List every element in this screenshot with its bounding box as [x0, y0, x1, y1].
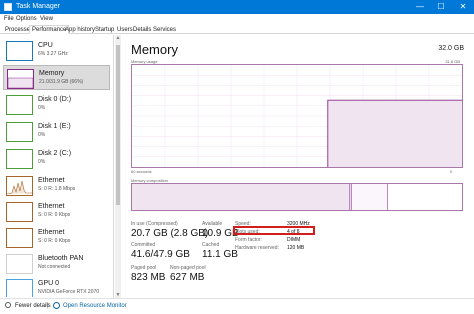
in-use-value: 20.7 GB (2.8 GB)	[131, 228, 209, 239]
disk-thumbnail	[6, 122, 33, 142]
ethernet-thumbnail	[6, 202, 33, 222]
maximize-button[interactable]: ☐	[434, 1, 448, 13]
sidebar-item-detail: 0%	[38, 105, 46, 111]
sidebar-item-detail: NVIDIA GeForce RTX 2070	[38, 289, 100, 295]
sidebar-item-detail: 21.0/31.9 GB (66%)	[39, 79, 84, 85]
sidebar-item-detail: 6% 3.27 GHz	[38, 51, 68, 57]
total-memory: 32.0 GB	[438, 45, 464, 52]
sidebar-item-detail: S: 0 R: 0 Kbps	[38, 212, 71, 218]
committed-label: Committed	[131, 242, 156, 248]
sidebar-item-cpu[interactable]: CPU 6% 3.27 GHz	[3, 38, 110, 63]
sidebar-item-disk-1[interactable]: Disk 1 (E:) 0%	[3, 119, 110, 144]
ethernet-thumbnail	[6, 176, 33, 196]
window-title: Task Manager	[16, 3, 60, 10]
sidebar-item-ethernet-3[interactable]: Ethernet S: 0 R: 0 Kbps	[3, 225, 110, 250]
sidebar-item-gpu-0[interactable]: GPU 0 NVIDIA GeForce RTX 2070	[3, 276, 110, 297]
memory-usage-area	[327, 100, 462, 167]
sidebar-item-detail: Not connected	[38, 264, 71, 270]
task-manager-icon	[4, 3, 12, 11]
tab-services[interactable]: Services	[150, 25, 179, 34]
sidebar-item-label: Disk 2 (C:)	[38, 150, 72, 157]
committed-value: 41.6/47.9 GB	[131, 249, 190, 260]
minimize-button[interactable]: —	[413, 1, 427, 13]
sidebar-item-disk-0[interactable]: Disk 0 (D:) 0%	[3, 92, 110, 117]
sidebar-item-detail: S: 0 R: 1.8 Mbps	[38, 186, 76, 192]
cached-value: 11.1 GB	[202, 249, 238, 260]
menu-options[interactable]: Options	[16, 16, 37, 22]
paged-pool-value: 823 MB	[131, 272, 166, 283]
bluetooth-thumbnail	[6, 254, 33, 274]
sidebar-item-label: Ethernet	[38, 177, 65, 184]
resource-monitor-icon[interactable]	[53, 302, 60, 309]
sidebar-item-label: Memory	[39, 70, 65, 77]
sidebar-item-label: Ethernet	[38, 229, 65, 236]
resource-list: CPU 6% 3.27 GHz Memory 21.0/31.9 GB (66%…	[0, 35, 114, 298]
disk-thumbnail	[6, 149, 33, 169]
form-factor-label: Form factor:	[235, 237, 262, 243]
cpu-thumbnail	[6, 41, 33, 61]
menu-file[interactable]: File	[4, 16, 14, 22]
sidebar-item-label: Disk 1 (E:)	[38, 123, 71, 130]
page-title: Memory	[131, 42, 178, 57]
gpu-thumbnail	[6, 279, 33, 297]
slots-highlight-box	[233, 226, 315, 235]
sidebar-item-memory[interactable]: Memory 21.0/31.9 GB (66%)	[3, 65, 110, 90]
tab-bar: Processes Performance App history Startu…	[0, 24, 474, 34]
memory-usage-graph	[131, 64, 463, 168]
scroll-up-arrow-icon[interactable]: ▲	[115, 35, 121, 41]
memory-thumbnail	[7, 69, 34, 89]
composition-in-use	[132, 184, 350, 210]
composition-standby	[352, 184, 388, 210]
sidebar-item-bluetooth-pan[interactable]: Bluetooth PAN Not connected	[3, 251, 110, 276]
sidebar-item-ethernet-2[interactable]: Ethernet S: 0 R: 0 Kbps	[3, 199, 110, 224]
memory-thumbnail-graph	[7, 77, 34, 89]
zero-axis-label: 0	[450, 169, 453, 174]
available-label: Available	[202, 221, 223, 227]
memory-composition-bar	[131, 183, 463, 211]
sidebar-item-label: Bluetooth PAN	[38, 255, 84, 262]
sidebar-item-detail: 0%	[38, 132, 46, 138]
sidebar-scrollbar[interactable]: ▲ ▼	[115, 35, 121, 298]
footer-bar: Fewer details | Open Resource Monitor	[0, 298, 474, 314]
in-use-label: In use (Compressed)	[131, 221, 178, 227]
non-paged-pool-label: Non-paged pool	[170, 265, 206, 271]
form-factor-value: DIMM	[287, 237, 301, 243]
ethernet-thumbnail-graph	[6, 180, 32, 195]
cached-label: Cached	[202, 242, 220, 248]
fewer-details-link[interactable]: Fewer details	[15, 303, 51, 309]
paged-pool-label: Paged pool	[131, 265, 157, 271]
ethernet-thumbnail	[6, 228, 33, 248]
disk-thumbnail	[6, 95, 33, 115]
memory-usage-chart	[132, 65, 462, 167]
sidebar-item-detail: 0%	[38, 159, 46, 165]
sidebar-item-ethernet-1[interactable]: Ethernet S: 0 R: 1.8 Mbps	[3, 173, 110, 198]
sidebar-item-disk-2[interactable]: Disk 2 (C:) 0%	[3, 146, 110, 171]
sidebar-item-detail: S: 0 R: 0 Kbps	[38, 238, 71, 244]
open-resource-monitor-link[interactable]: Open Resource Monitor	[63, 303, 127, 309]
hardware-reserved-value: 120 MB	[287, 245, 305, 251]
sidebar-item-label: Ethernet	[38, 203, 65, 210]
close-button[interactable]: ✕	[456, 1, 470, 13]
chevron-up-icon[interactable]	[5, 302, 11, 308]
menu-bar: File Options View	[0, 14, 474, 24]
title-bar: Task Manager — ☐ ✕	[0, 0, 474, 14]
non-paged-pool-value: 627 MB	[170, 272, 205, 283]
hardware-reserved-label: Hardware reserved:	[235, 245, 279, 251]
time-axis-label: 60 seconds	[131, 169, 152, 174]
menu-view[interactable]: View	[40, 16, 53, 22]
scrollbar-thumb[interactable]	[116, 45, 120, 205]
sidebar-item-label: GPU 0	[38, 280, 60, 287]
sidebar-item-label: CPU	[38, 42, 53, 49]
sidebar-item-label: Disk 0 (D:)	[38, 96, 72, 103]
footer-separator: |	[47, 303, 49, 309]
